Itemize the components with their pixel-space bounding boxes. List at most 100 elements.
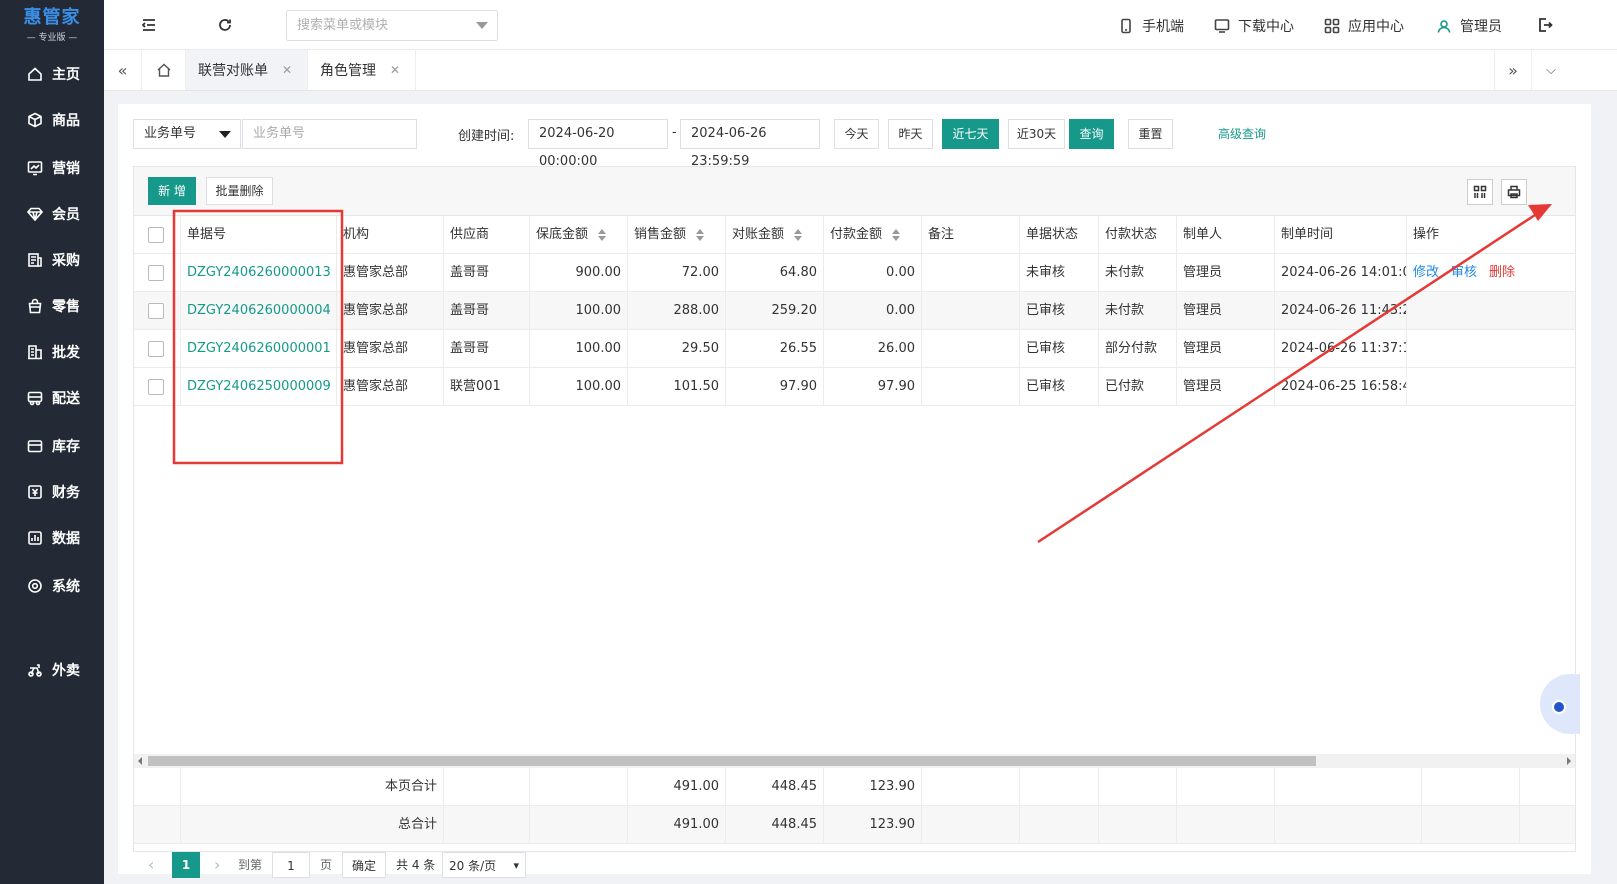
- truck-icon: [26, 389, 44, 407]
- reset-button[interactable]: 重置: [1128, 119, 1173, 149]
- sort-icon[interactable]: [794, 228, 803, 241]
- sidebar-item-marketing[interactable]: 营销: [0, 144, 80, 192]
- tab-role-management[interactable]: 角色管理 ✕: [308, 50, 416, 90]
- col-header-pay-status[interactable]: 付款状态: [1099, 216, 1177, 254]
- sidebar-item-finance[interactable]: 财务: [0, 468, 80, 516]
- column-settings-icon[interactable]: [1467, 179, 1493, 205]
- download-center-link[interactable]: 下载中心: [1214, 16, 1294, 36]
- menu-fold-icon[interactable]: [140, 16, 158, 34]
- last-7-days-button[interactable]: 近七天: [942, 119, 999, 149]
- delete-link[interactable]: 删除: [1489, 265, 1515, 280]
- page-size-select[interactable]: 20 条/页 ▾: [442, 852, 526, 878]
- field-select[interactable]: 业务单号: [133, 119, 241, 149]
- inventory-icon: [26, 437, 44, 455]
- horizontal-scrollbar[interactable]: [134, 754, 1575, 768]
- goto-page-input[interactable]: 1: [272, 852, 310, 878]
- sidebar-item-home[interactable]: 主页: [0, 50, 80, 98]
- doc-no-link[interactable]: DZGY2406250000009: [181, 368, 337, 406]
- add-button[interactable]: 新 增: [148, 177, 196, 205]
- batch-delete-button[interactable]: 批量删除: [206, 177, 273, 205]
- goto-confirm-button[interactable]: 确定: [342, 852, 386, 878]
- table-row[interactable]: DZGY2406260000001 惠管家总部 盖哥哥 100.00 29.50…: [134, 330, 1575, 368]
- sidebar-item-members[interactable]: 会员: [0, 190, 80, 238]
- row-checkbox[interactable]: [148, 379, 164, 395]
- col-header-sales[interactable]: 销售金额: [628, 216, 726, 254]
- select-all-cell: [134, 216, 181, 254]
- home-tab-icon[interactable]: [142, 50, 186, 90]
- tabs-scroll-left-icon[interactable]: «: [104, 50, 142, 90]
- print-icon[interactable]: [1501, 179, 1527, 205]
- col-header-org[interactable]: 机构: [337, 216, 444, 254]
- field-select-value: 业务单号: [144, 126, 197, 141]
- date-from-input[interactable]: 2024-06-20 00:00:00: [528, 119, 668, 169]
- row-checkbox[interactable]: [148, 265, 164, 281]
- goto-label: 到第: [238, 858, 263, 872]
- scroll-right-arrow-icon[interactable]: [1567, 757, 1571, 765]
- sidebar-item-takeout[interactable]: 外卖: [0, 646, 80, 694]
- table-row[interactable]: DZGY2406260000004 惠管家总部 盖哥哥 100.00 288.0…: [134, 292, 1575, 330]
- tabs-more-chevron-icon[interactable]: ⌵: [1532, 50, 1570, 90]
- chevron-down-icon[interactable]: [476, 22, 488, 29]
- page-number-current[interactable]: 1: [172, 852, 200, 878]
- logout-icon[interactable]: [1536, 16, 1554, 34]
- sidebar-item-system[interactable]: 系统: [0, 562, 80, 610]
- table-row[interactable]: DZGY2406250000009 惠管家总部 联营001 100.00 101…: [134, 368, 1575, 406]
- col-header-recon[interactable]: 对账金额: [726, 216, 824, 254]
- sidebar-item-products[interactable]: 商品: [0, 96, 80, 144]
- row-checkbox[interactable]: [148, 303, 164, 319]
- sidebar-item-delivery[interactable]: 配送: [0, 374, 80, 422]
- row-checkbox[interactable]: [148, 341, 164, 357]
- edit-link[interactable]: 修改: [1413, 265, 1439, 280]
- col-header-supplier[interactable]: 供应商: [444, 216, 530, 254]
- table-row[interactable]: DZGY2406260000013 惠管家总部 盖哥哥 900.00 72.00…: [134, 254, 1575, 292]
- sort-icon[interactable]: [598, 228, 607, 241]
- mobile-link[interactable]: 手机端: [1118, 16, 1184, 36]
- col-header-made-at[interactable]: 制单时间: [1275, 216, 1407, 254]
- scrollbar-thumb[interactable]: [148, 756, 1316, 766]
- col-header-label: 销售金额: [634, 227, 687, 242]
- audit-link[interactable]: 审核: [1451, 265, 1477, 280]
- maker-cell: 管理员: [1177, 368, 1275, 406]
- last-30-days-button[interactable]: 近30天: [1008, 119, 1065, 149]
- sidebar-item-data[interactable]: 数据: [0, 514, 80, 562]
- menu-search-input[interactable]: 搜索菜单或模块: [286, 10, 498, 41]
- summary-row-total: 总合计 491.00 448.45 123.90: [134, 806, 1575, 844]
- yesterday-button[interactable]: 昨天: [888, 119, 933, 149]
- query-button[interactable]: 查询: [1069, 119, 1114, 149]
- col-header-remark[interactable]: 备注: [922, 216, 1020, 254]
- sidebar-item-label: 零售: [52, 299, 80, 315]
- app-center-link[interactable]: 应用中心: [1324, 16, 1404, 36]
- user-menu[interactable]: 管理员: [1436, 16, 1502, 36]
- doc-no-input[interactable]: 业务单号: [242, 119, 417, 149]
- col-header-maker[interactable]: 制单人: [1177, 216, 1275, 254]
- tab-joint-reconciliation[interactable]: 联营对账单 ✕: [186, 50, 308, 90]
- doc-no-link[interactable]: DZGY2406260000004: [181, 292, 337, 330]
- sidebar-item-purchase[interactable]: 采购: [0, 236, 80, 284]
- col-header-doc-no[interactable]: 单据号: [181, 216, 337, 254]
- user-name: 管理员: [1460, 19, 1502, 35]
- tabs-scroll-right-icon[interactable]: »: [1494, 50, 1532, 90]
- chart-icon: [26, 159, 44, 177]
- sort-icon[interactable]: [696, 228, 705, 241]
- col-header-paid[interactable]: 付款金额: [824, 216, 922, 254]
- next-page-icon[interactable]: ›: [214, 852, 220, 878]
- sort-icon[interactable]: [892, 228, 901, 241]
- summary-sales: 491.00: [628, 806, 726, 844]
- close-icon[interactable]: ✕: [282, 63, 292, 77]
- advanced-query-link[interactable]: 高级查询: [1218, 125, 1266, 142]
- close-icon[interactable]: ✕: [390, 63, 400, 77]
- sidebar: 惠管家 — 专业版 — 主页 商品 营销 会员 采购 零售 批发 配送 库存 财…: [0, 0, 104, 884]
- today-button[interactable]: 今天: [834, 119, 879, 149]
- date-to-input[interactable]: 2024-06-26 23:59:59: [680, 119, 820, 169]
- col-header-doc-status[interactable]: 单据状态: [1020, 216, 1099, 254]
- scroll-left-arrow-icon[interactable]: [138, 757, 142, 765]
- doc-no-link[interactable]: DZGY2406260000001: [181, 330, 337, 368]
- refresh-icon[interactable]: [216, 16, 234, 34]
- doc-no-link[interactable]: DZGY2406260000013: [181, 254, 337, 292]
- sidebar-item-retail[interactable]: 零售: [0, 282, 80, 330]
- prev-page-icon[interactable]: ‹: [148, 852, 154, 878]
- sidebar-item-wholesale[interactable]: 批发: [0, 328, 80, 376]
- select-all-checkbox[interactable]: [148, 227, 164, 243]
- col-header-guarantee[interactable]: 保底金额: [530, 216, 628, 254]
- sidebar-item-inventory[interactable]: 库存: [0, 422, 80, 470]
